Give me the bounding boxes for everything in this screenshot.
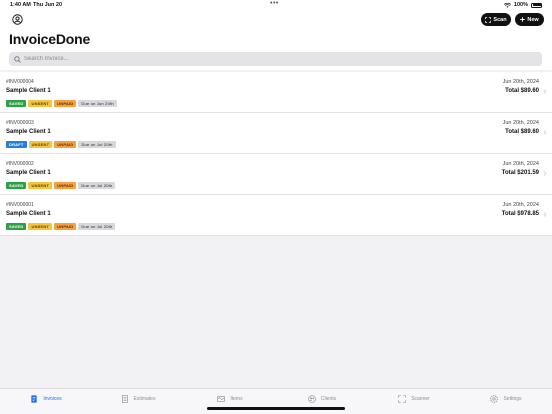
due-badge: Due on Jun 20th [78, 100, 117, 107]
chevron-right-icon [543, 212, 547, 217]
due-badge: Due on Jul 20th [78, 182, 116, 189]
tab-items[interactable]: Items [184, 389, 276, 409]
status-badges: DRAFT UNSENT UNPAID Due on Jul 20th [6, 141, 116, 148]
invoice-row[interactable]: #INV000003 Sample Client 1 Jun 20th, 202… [0, 113, 552, 154]
status-badge: UNSENT [28, 223, 53, 230]
battery-icon [531, 2, 542, 8]
status-badges: SAVED UNSENT UNPAID Due on Jul 20th [6, 223, 116, 230]
page-title: InvoiceDone [9, 31, 91, 47]
status-badge: SAVED [6, 182, 27, 189]
status-badge: UNPAID [54, 223, 77, 230]
invoice-row[interactable]: #INV000002 Sample Client 1 Jun 20th, 202… [0, 154, 552, 195]
status-badge: SAVED [6, 100, 27, 107]
invoice-number: #INV000003 [6, 120, 34, 126]
profile-icon[interactable] [12, 14, 23, 25]
tab-estimates[interactable]: Estimates [92, 389, 184, 409]
status-badge: UNPAID [54, 100, 77, 107]
invoice-number: #INV000002 [6, 161, 34, 167]
invoice-total: Total $978.85 [501, 211, 539, 217]
tab-label: Items [230, 396, 243, 402]
status-badges: SAVED UNSENT UNPAID Due on Jul 20th [6, 182, 116, 189]
tab-bar: Invoices Estimates Items Clients Scanner [0, 388, 552, 414]
tab-label: Estimates [133, 396, 156, 402]
tab-label: Settings [503, 396, 522, 402]
invoice-total: Total $89.60 [505, 129, 539, 135]
client-name: Sample Client 1 [6, 129, 51, 135]
wifi-icon [503, 2, 511, 8]
tab-settings[interactable]: Settings [460, 389, 552, 409]
status-badge: SAVED [6, 223, 27, 230]
tab-clients[interactable]: Clients [276, 389, 368, 409]
invoice-number: #INV000004 [6, 79, 34, 85]
home-indicator[interactable] [207, 407, 345, 410]
invoice-icon [31, 395, 37, 403]
client-name: Sample Client 1 [6, 170, 51, 176]
new-invoice-button[interactable]: New [515, 13, 544, 26]
chevron-right-icon [543, 130, 547, 135]
tab-label: Scanner [411, 396, 430, 402]
invoice-row[interactable]: #INV000004 Sample Client 1 Jun 20th, 202… [0, 72, 552, 113]
multitasking-dots-icon[interactable]: ••• [270, 0, 279, 7]
status-date: Thu Jun 20 [33, 2, 63, 8]
status-badges: SAVED UNSENT UNPAID Due on Jun 20th [6, 100, 117, 107]
status-badge: UNSENT [28, 100, 53, 107]
scan-button[interactable]: Scan [481, 13, 511, 26]
new-label: New [527, 16, 539, 23]
scanner-icon [398, 395, 406, 403]
status-badge: UNPAID [54, 182, 77, 189]
invoice-date: Jun 20th, 2024 [502, 120, 539, 126]
plus-icon [520, 17, 526, 22]
settings-icon [490, 395, 499, 403]
status-indicators: 100% [503, 2, 542, 8]
invoice-date: Jun 20th, 2024 [502, 79, 539, 85]
invoice-total: Total $201.59 [501, 170, 539, 176]
invoice-list: #INV000004 Sample Client 1 Jun 20th, 202… [0, 72, 552, 236]
search-bar[interactable] [9, 52, 542, 66]
tab-scanner[interactable]: Scanner [368, 389, 460, 409]
scan-label: Scan [493, 16, 507, 23]
status-time: 1:40 AM [10, 2, 31, 8]
due-badge: Due on Jul 20th [78, 223, 116, 230]
chevron-right-icon [543, 171, 547, 176]
scan-icon [485, 16, 492, 23]
items-icon [217, 396, 226, 402]
top-header: 1:40 AM Thu Jun 20 ••• 100% Scan New Inv… [0, 0, 552, 70]
status-badge: UNSENT [28, 141, 53, 148]
client-name: Sample Client 1 [6, 211, 51, 217]
due-badge: Due on Jul 20th [78, 141, 116, 148]
chevron-right-icon [543, 89, 547, 94]
status-badge: UNPAID [54, 141, 77, 148]
estimate-icon [121, 395, 128, 403]
tab-label: Clients [320, 396, 337, 402]
status-bar: 1:40 AM Thu Jun 20 ••• 100% [0, 0, 552, 11]
tab-label: Invoices [43, 396, 62, 402]
status-badge: DRAFT [6, 141, 27, 148]
invoice-date: Jun 20th, 2024 [502, 202, 539, 208]
status-badge: UNSENT [28, 182, 53, 189]
invoice-date: Jun 20th, 2024 [502, 161, 539, 167]
search-input[interactable] [24, 56, 524, 62]
client-name: Sample Client 1 [6, 88, 51, 94]
tab-invoices[interactable]: Invoices [0, 389, 92, 409]
search-icon [14, 55, 21, 63]
clients-icon [308, 395, 316, 403]
invoice-number: #INV000001 [6, 202, 34, 208]
invoice-total: Total $89.60 [505, 88, 539, 94]
battery-percent: 100% [513, 2, 528, 8]
invoice-row[interactable]: #INV000001 Sample Client 1 Jun 20th, 202… [0, 195, 552, 236]
